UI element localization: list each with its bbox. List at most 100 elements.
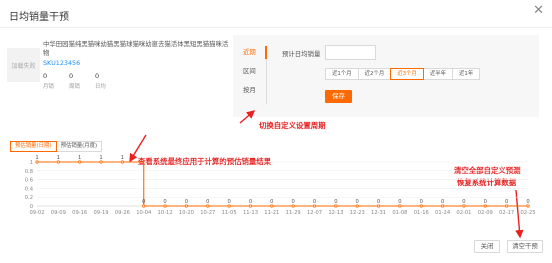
- data-label: 1: [121, 155, 124, 161]
- data-point: [206, 204, 210, 208]
- x-tick-label: 11-05: [222, 210, 237, 216]
- x-tick-label: 12-31: [371, 210, 386, 216]
- data-label: 1: [99, 155, 102, 161]
- data-label: 0: [142, 199, 145, 205]
- x-tick-label: 12-07: [307, 210, 322, 216]
- data-label: 0: [377, 199, 380, 205]
- clear-intervention-button[interactable]: 清空干预: [507, 240, 543, 253]
- title-divider: [0, 27, 552, 28]
- data-point: [142, 204, 146, 208]
- tab-recent[interactable]: 近期: [243, 46, 267, 65]
- data-point: [227, 204, 231, 208]
- y-tick-label: 0.6: [25, 178, 33, 184]
- data-point: [248, 204, 253, 208]
- stat-label: 周销: [69, 84, 80, 90]
- x-tick-label: 09-16: [72, 210, 87, 216]
- data-point: [78, 160, 82, 164]
- data-label: 0: [462, 199, 465, 205]
- stat-label: 月销: [43, 84, 54, 90]
- data-label: 0: [356, 199, 359, 205]
- data-point: [505, 204, 509, 208]
- x-tick-label: 10-04: [136, 210, 152, 216]
- data-label: 0: [334, 199, 337, 205]
- data-label: 1: [57, 155, 60, 161]
- data-label: 0: [484, 199, 487, 205]
- y-tick-label: 1: [30, 160, 33, 166]
- data-point: [483, 204, 487, 208]
- data-point: [35, 160, 39, 164]
- data-label: 1: [35, 155, 38, 161]
- data-label: 0: [313, 199, 316, 205]
- product-name: 中华田园猫纯黑猫咪幼猫黑猫球猫咪幼崽去猫活体黑短黑猫猫咪活物: [43, 40, 229, 57]
- x-tick-label: 09-26: [115, 210, 130, 216]
- data-label: 1: [78, 155, 81, 161]
- daily-sales-input[interactable]: [325, 45, 376, 60]
- data-label: 0: [292, 199, 295, 205]
- x-tick-label: 10-27: [200, 210, 215, 216]
- x-tick-label: 11-21: [264, 210, 279, 216]
- data-point: [462, 204, 466, 208]
- data-point: [526, 204, 530, 208]
- period-mode-tabs: 近期 区间 按月: [243, 46, 267, 103]
- data-point: [56, 160, 60, 164]
- data-point: [376, 204, 381, 208]
- y-tick-label: 0.8: [25, 169, 33, 175]
- x-tick-label: 12-23: [350, 210, 365, 216]
- close-button[interactable]: 关闭: [474, 240, 500, 253]
- x-tick-label: 10-20: [179, 210, 194, 216]
- series-line: [37, 161, 528, 207]
- data-label: 0: [420, 199, 423, 205]
- tab-monthly[interactable]: 按月: [243, 84, 267, 103]
- daily-sales-label: 预计日均销量: [282, 50, 321, 58]
- data-label: 0: [249, 199, 252, 205]
- period-3-months[interactable]: 近3个月: [390, 68, 424, 80]
- period-2-months[interactable]: 近2个月: [357, 68, 392, 80]
- data-point: [334, 204, 338, 208]
- x-tick-label: 11-13: [243, 210, 258, 216]
- x-tick-label: 09-09: [51, 210, 66, 216]
- period-1-month[interactable]: 近1个月: [325, 68, 359, 80]
- tab-range[interactable]: 区间: [243, 65, 267, 84]
- annotation-switch-period: 切换自定义设置周期: [259, 121, 326, 130]
- stat-value: 0: [95, 72, 100, 80]
- x-tick-label: 02-17: [499, 210, 514, 216]
- product-stats: 0 月销 0 周销 0 日均: [43, 72, 121, 90]
- dialog-title: 日均销量干预: [9, 12, 69, 23]
- x-tick-label: 11-29: [286, 210, 301, 216]
- stat-weekly: 0 周销: [69, 72, 95, 90]
- data-point: [355, 204, 359, 208]
- data-point: [441, 204, 445, 208]
- x-tick-label: 01-24: [435, 210, 451, 216]
- x-tick-label: 02-01: [456, 210, 471, 216]
- period-half-year[interactable]: 近半年: [422, 68, 454, 80]
- period-1-year[interactable]: 近1年: [452, 68, 481, 80]
- data-label: 0: [441, 199, 444, 205]
- y-tick-label: 0.2: [25, 195, 33, 201]
- data-point: [312, 204, 317, 208]
- x-tick-label: 01-16: [414, 210, 429, 216]
- x-tick-label: 02-09: [478, 210, 493, 216]
- product-image: 加载失败: [7, 48, 40, 82]
- data-point: [163, 204, 167, 208]
- data-point: [398, 204, 402, 208]
- x-tick-label: 09-19: [94, 210, 109, 216]
- sales-intervention-dialog: 日均销量干预 ✕ 加载失败 中华田园猫纯黑猫咪幼猫黑猫球猫咪幼崽去猫活体黑短黑猫…: [0, 0, 552, 263]
- data-label: 0: [270, 199, 273, 205]
- x-tick-label: 01-08: [392, 210, 407, 216]
- data-point: [291, 204, 295, 208]
- x-tick-label: 02-25: [520, 210, 535, 216]
- stat-value: 0: [69, 72, 74, 80]
- stat-label: 日均: [95, 84, 106, 90]
- data-label: 0: [206, 199, 209, 205]
- toggle-daily[interactable]: 预估销量(日期): [10, 141, 57, 152]
- x-tick-label: 12-13: [328, 210, 343, 216]
- close-icon[interactable]: ✕: [533, 4, 544, 17]
- x-tick-label: 10-12: [158, 210, 173, 216]
- product-sku[interactable]: SKU123456: [43, 59, 80, 67]
- data-label: 0: [398, 199, 401, 205]
- data-label: 0: [526, 199, 529, 205]
- period-options: 近1个月 近2个月 近3个月 近半年 近1年: [325, 68, 481, 80]
- save-button[interactable]: 保存: [325, 90, 352, 103]
- y-tick-label: 0.4: [25, 186, 34, 192]
- forecast-line-chart: 0 0.2 0.4 0.6 0.8 1 09-02 09-09 09-16 09-19 09-26 1…: [25, 155, 536, 216]
